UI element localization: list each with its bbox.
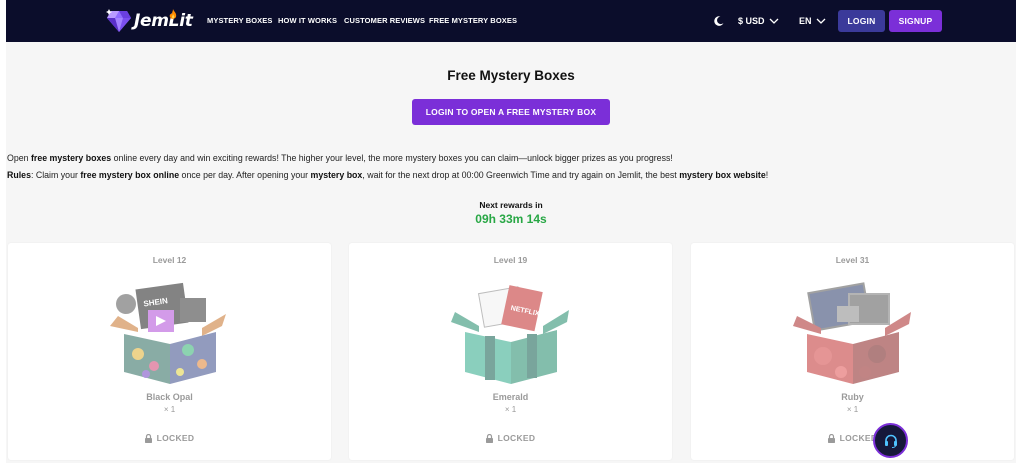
- currency-value: $ USD: [738, 16, 765, 26]
- chevron-down-icon: [769, 18, 778, 24]
- lock-icon: [144, 433, 152, 443]
- language-select[interactable]: EN: [799, 14, 826, 28]
- nav-customer-reviews[interactable]: CUSTOMER REVIEWS: [344, 16, 425, 25]
- intro-keyword: free mystery boxes: [30, 153, 112, 163]
- box-status: LOCKED: [8, 433, 331, 443]
- emerald-box-image: NETFLIX: [451, 285, 569, 384]
- headset-icon: [884, 434, 897, 448]
- intro-paragraph: Open free mystery boxes online every day…: [7, 153, 673, 163]
- flame-icon: [169, 9, 177, 19]
- box-status: LOCKED: [691, 433, 1014, 443]
- theme-toggle[interactable]: [714, 14, 724, 28]
- rules-label: Rules: [7, 170, 31, 180]
- lock-icon: [827, 433, 835, 443]
- next-rewards-label: Next rewards in: [479, 200, 543, 210]
- box-quantity: × 1: [163, 405, 176, 414]
- gem-logo-icon: [106, 9, 131, 32]
- ruby-box-image: [793, 282, 911, 384]
- box-card-black-opal[interactable]: Level 12 SHEIN Black Opal × 1 LOCKED: [8, 243, 331, 460]
- box-quantity: × 1: [504, 405, 517, 414]
- login-button[interactable]: LOGIN: [838, 10, 885, 32]
- black-opal-box-image: SHEIN: [110, 282, 226, 384]
- support-chat-button[interactable]: [873, 423, 908, 458]
- nav-mystery-boxes[interactable]: MYSTERY BOXES: [207, 16, 272, 25]
- login-to-open-button[interactable]: LOGIN TO OPEN A FREE MYSTERY BOX: [412, 99, 610, 125]
- box-name: Black Opal: [146, 392, 193, 402]
- rules-paragraph: Rules: Claim your free mystery box onlin…: [7, 170, 769, 180]
- countdown-timer: 09h 33m 14s: [475, 212, 547, 226]
- nav-free-mystery-boxes[interactable]: FREE MYSTERY BOXES: [429, 16, 517, 25]
- signup-button[interactable]: SIGNUP: [889, 10, 942, 32]
- brand-logo[interactable]: JemLit: [106, 6, 193, 36]
- box-quantity: × 1: [846, 405, 859, 414]
- box-level: Level 19: [493, 255, 528, 265]
- chevron-down-icon: [816, 18, 825, 24]
- lock-icon: [485, 433, 493, 443]
- brand-name: JemLit: [134, 11, 193, 31]
- box-name: Emerald: [492, 392, 529, 402]
- box-status-text: LOCKED: [497, 433, 536, 443]
- page-title: Free Mystery Boxes: [447, 68, 575, 83]
- box-card-emerald[interactable]: Level 19 NETFLIX Emerald × 1 LOCKED: [349, 243, 672, 460]
- box-status-text: LOCKED: [156, 433, 195, 443]
- currency-select[interactable]: $ USD: [738, 14, 779, 28]
- language-value: EN: [799, 16, 812, 26]
- box-status: LOCKED: [349, 433, 672, 443]
- box-status-text: LOCKED: [839, 433, 878, 443]
- box-level: Level 31: [835, 255, 870, 265]
- box-level: Level 12: [152, 255, 187, 265]
- box-card-ruby[interactable]: Level 31 Ruby × 1 LOCKED: [691, 243, 1014, 460]
- nav-how-it-works[interactable]: HOW IT WORKS: [278, 16, 337, 25]
- moon-icon: [714, 16, 724, 26]
- box-name: Ruby: [841, 392, 864, 402]
